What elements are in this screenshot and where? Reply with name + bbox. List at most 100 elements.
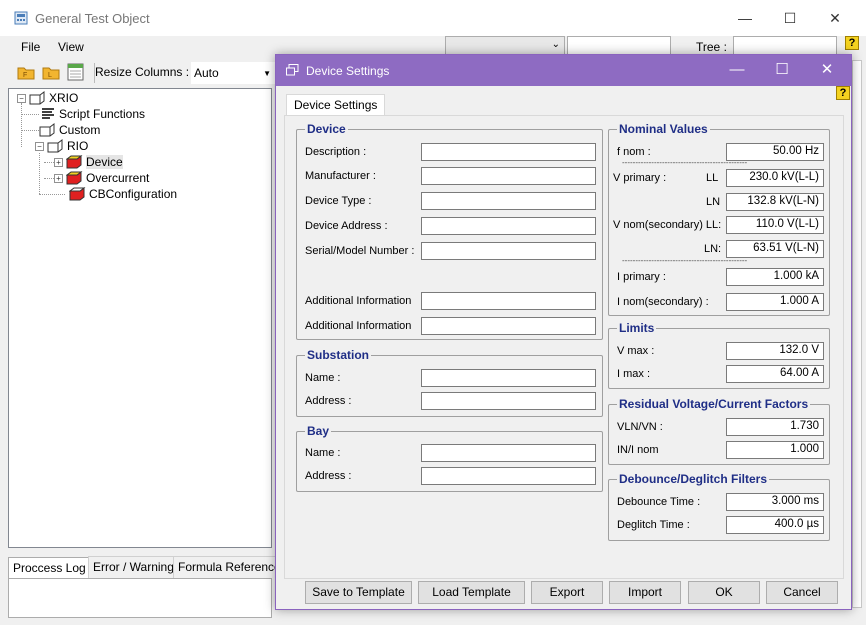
ok-button[interactable]: OK bbox=[688, 581, 760, 604]
save-to-template-button[interactable]: Save to Template bbox=[305, 581, 412, 604]
v-primary-ll-input[interactable]: 230.0 kV(L-L) bbox=[726, 169, 824, 187]
export-button[interactable]: Export bbox=[531, 581, 603, 604]
bay-address-label: Address : bbox=[305, 470, 352, 482]
debounce-time-input[interactable]: 3.000 ms bbox=[726, 493, 824, 511]
substation-address-label: Address : bbox=[305, 395, 352, 407]
v-primary-ln-input[interactable]: 132.8 kV(L-N) bbox=[726, 193, 824, 211]
tree-node-cbconfiguration[interactable]: CBConfiguration bbox=[69, 187, 177, 201]
load-folder-icon[interactable]: L bbox=[41, 62, 61, 82]
close-icon[interactable]: ✕ bbox=[823, 8, 847, 28]
vln-vn-label: VLN/VN : bbox=[617, 421, 663, 433]
v-nom-secondary-ll-input[interactable]: 110.0 V(L-L) bbox=[726, 216, 824, 234]
bay-name-input[interactable] bbox=[421, 444, 596, 462]
deglitch-time-input[interactable]: 400.0 µs bbox=[726, 516, 824, 534]
manufacturer-label: Manufacturer : bbox=[305, 170, 376, 182]
folder-outline-icon bbox=[29, 91, 45, 105]
debounce-deglitch-legend: Debounce/Deglitch Filters bbox=[619, 472, 768, 486]
tree-label-cbconfiguration: CBConfiguration bbox=[89, 187, 178, 201]
bay-address-input[interactable] bbox=[421, 467, 596, 485]
device-address-input[interactable] bbox=[421, 217, 596, 235]
description-input[interactable] bbox=[421, 143, 596, 161]
bay-name-label: Name : bbox=[305, 447, 341, 459]
substation-address-input[interactable] bbox=[421, 392, 596, 410]
v-max-input[interactable]: 132.0 V bbox=[726, 342, 824, 360]
residual-factors-legend: Residual Voltage/Current Factors bbox=[619, 397, 809, 411]
minimize-icon[interactable]: — bbox=[733, 8, 757, 28]
substation-name-input[interactable] bbox=[421, 369, 596, 387]
v-nom-secondary-ln-label: LN: bbox=[704, 243, 722, 255]
device-block-icon bbox=[66, 155, 83, 169]
tree-node-rio[interactable]: − RIO bbox=[35, 139, 88, 153]
folder-outline-icon bbox=[39, 123, 55, 137]
additional-info-1-input[interactable] bbox=[421, 292, 596, 310]
cancel-button[interactable]: Cancel bbox=[766, 581, 838, 604]
substation-legend: Substation bbox=[307, 348, 369, 362]
tree-node-custom[interactable]: Custom bbox=[39, 123, 100, 137]
folder-outline-icon bbox=[47, 139, 63, 153]
tree-node-device[interactable]: + Device bbox=[54, 155, 123, 169]
tree-node-xrio[interactable]: − XRIO bbox=[17, 91, 78, 105]
expand-icon[interactable]: + bbox=[54, 157, 63, 167]
svg-text:L: L bbox=[48, 72, 52, 79]
app-icon bbox=[14, 11, 28, 28]
tab-process-log[interactable]: Proccess Log bbox=[8, 557, 91, 579]
menu-view[interactable]: View bbox=[58, 40, 84, 54]
in-inom-input[interactable]: 1.000 bbox=[726, 441, 824, 459]
dialog-minimize-icon[interactable]: — bbox=[725, 60, 749, 80]
collapse-icon[interactable]: − bbox=[17, 93, 26, 103]
collapse-icon[interactable]: − bbox=[35, 141, 44, 151]
separator-line: ----------------------------------------… bbox=[622, 256, 748, 265]
device-type-label: Device Type : bbox=[305, 195, 372, 207]
expand-icon[interactable]: + bbox=[54, 173, 63, 183]
description-label: Description : bbox=[305, 146, 367, 158]
tab-error-warning[interactable]: Error / Warning bbox=[88, 556, 179, 578]
v-max-label: V max : bbox=[617, 345, 655, 357]
i-primary-input[interactable]: 1.000 kA bbox=[726, 268, 824, 286]
menu-file[interactable]: File bbox=[21, 40, 40, 54]
toolbar-input[interactable] bbox=[567, 36, 671, 56]
main-toolbar: F L Resize Columns : Auto ▼ bbox=[6, 60, 276, 86]
v-primary-ln-label: LN bbox=[706, 196, 721, 208]
serial-model-input[interactable] bbox=[421, 242, 596, 260]
nominal-values-legend: Nominal Values bbox=[619, 122, 708, 136]
load-template-button[interactable]: Load Template bbox=[418, 581, 525, 604]
device-type-input[interactable] bbox=[421, 192, 596, 210]
log-area bbox=[8, 578, 272, 618]
calendar-icon[interactable] bbox=[66, 62, 86, 82]
background-panel-edge bbox=[852, 60, 862, 608]
help-icon[interactable]: ? bbox=[845, 36, 859, 50]
tree-label-rio: RIO bbox=[67, 139, 89, 153]
tree-node-overcurrent[interactable]: + Overcurrent bbox=[54, 171, 149, 185]
import-button[interactable]: Import bbox=[609, 581, 681, 604]
toolbar-dropdown[interactable]: ⌄ bbox=[445, 36, 565, 56]
f-nom-label: f nom : bbox=[617, 146, 651, 158]
separator-line: ----------------------------------------… bbox=[622, 158, 748, 167]
script-lines-icon bbox=[42, 108, 54, 119]
i-nom-secondary-label: I nom(secondary) : bbox=[617, 296, 709, 308]
dialog-close-icon[interactable]: ✕ bbox=[815, 60, 839, 80]
dialog-maximize-icon[interactable]: ☐ bbox=[770, 60, 794, 80]
tab-device-settings[interactable]: Device Settings bbox=[286, 94, 386, 116]
manufacturer-input[interactable] bbox=[421, 167, 596, 185]
additional-info-2-input[interactable] bbox=[421, 317, 596, 335]
tree-input[interactable] bbox=[733, 36, 837, 56]
resize-columns-select[interactable]: Auto ▼ bbox=[191, 62, 276, 84]
tab-formula-references[interactable]: Formula References bbox=[173, 556, 292, 578]
window-title: General Test Object bbox=[35, 11, 150, 26]
open-folder-icon[interactable]: F bbox=[16, 62, 36, 82]
i-nom-secondary-input[interactable]: 1.000 A bbox=[726, 293, 824, 311]
bottom-tabs: Proccess Log Error / Warning Formula Ref… bbox=[8, 556, 292, 579]
additional-info-2-label: Additional Information bbox=[305, 320, 412, 332]
tree-node-script-functions[interactable]: Script Functions bbox=[39, 107, 145, 121]
substation-name-label: Name : bbox=[305, 372, 341, 384]
in-inom-label: IN/I nom bbox=[617, 444, 659, 456]
help-icon[interactable]: ? bbox=[836, 86, 850, 100]
device-settings-page: Device Description : Manufacturer : Devi… bbox=[284, 115, 844, 579]
device-block-icon bbox=[69, 187, 86, 201]
maximize-icon[interactable]: ☐ bbox=[778, 8, 802, 28]
vln-vn-input[interactable]: 1.730 bbox=[726, 418, 824, 436]
chevron-down-icon: ⌄ bbox=[551, 39, 560, 50]
dialog-title-bar: Device Settings — ☐ ✕ bbox=[276, 55, 851, 86]
bay-legend: Bay bbox=[307, 424, 330, 438]
i-max-input[interactable]: 64.00 A bbox=[726, 365, 824, 383]
